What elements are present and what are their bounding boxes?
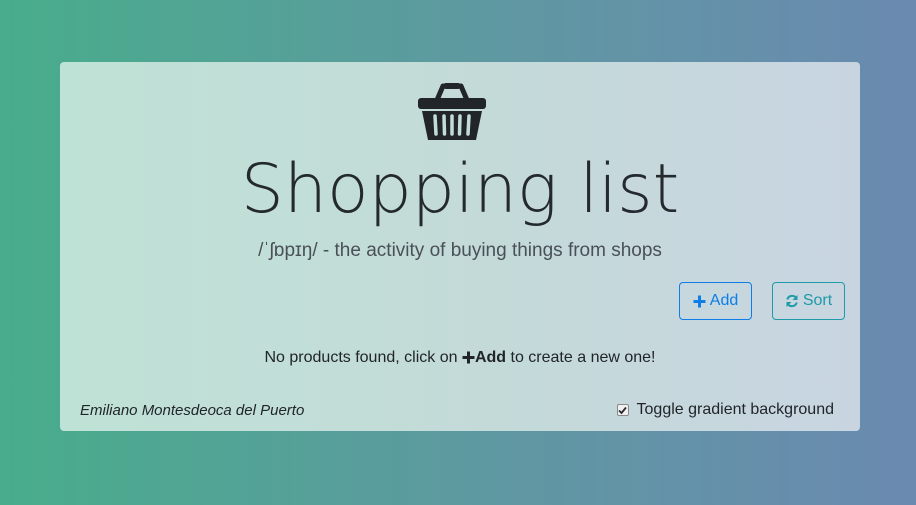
shopping-basket-icon xyxy=(418,83,486,140)
main-card: Shopping list /ˈʃɒpɪŋ/ - the activity of… xyxy=(60,62,860,431)
gradient-toggle-checkbox[interactable] xyxy=(616,404,629,416)
empty-state-text-after: to create a new one! xyxy=(510,349,656,366)
add-button[interactable]: Add xyxy=(679,282,752,320)
empty-state-text-before: No products found, click on xyxy=(264,349,458,366)
refresh-icon xyxy=(786,294,798,308)
author-credit: Emiliano Montesdeoca del Puerto xyxy=(80,402,305,419)
gradient-toggle-label: Toggle gradient background xyxy=(636,401,834,418)
plus-icon xyxy=(693,295,706,307)
page-title: Shopping list xyxy=(240,150,680,229)
checkmark-icon xyxy=(618,406,627,414)
page-subtitle: /ˈʃɒpɪŋ/ - the activity of buying things… xyxy=(258,240,662,261)
plus-icon xyxy=(462,351,475,364)
sort-button[interactable]: Sort xyxy=(772,282,845,320)
empty-state-message: No products found, click on Add to creat… xyxy=(60,349,860,367)
gradient-toggle[interactable]: Toggle gradient background xyxy=(616,401,834,419)
add-button-label: Add xyxy=(709,292,739,309)
empty-state-action: Add xyxy=(474,349,507,366)
sort-button-label: Sort xyxy=(802,292,833,309)
